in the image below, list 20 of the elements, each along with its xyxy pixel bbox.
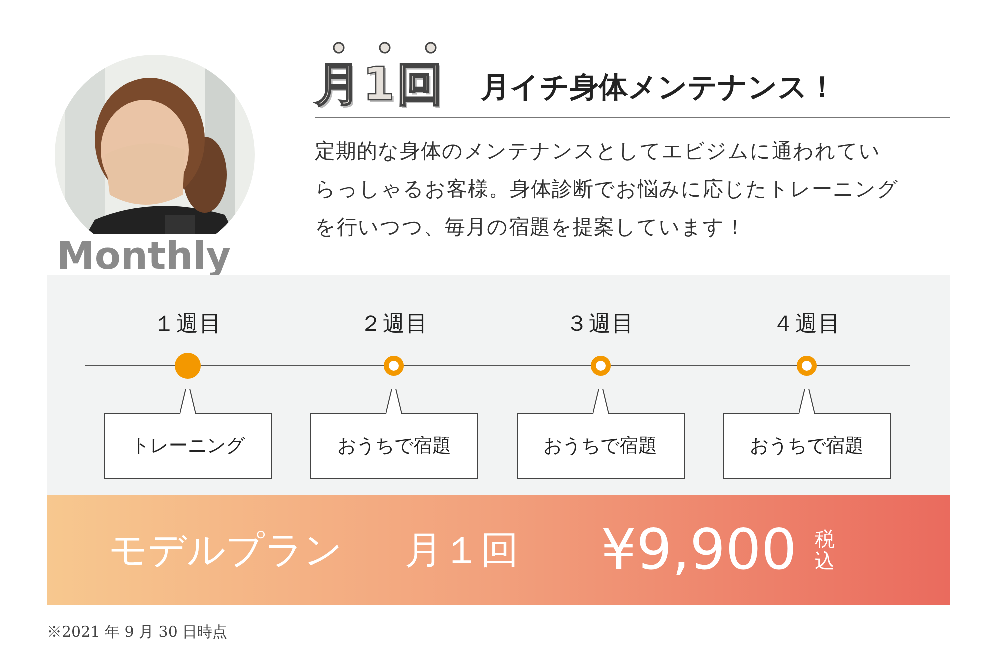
plan-label: モデルプラン: [109, 526, 343, 574]
tax-label: 税込: [814, 528, 835, 572]
task-box: おうちで宿題: [310, 413, 478, 479]
plan-price: ¥9,900: [601, 518, 797, 582]
footnote-text: ※2021 年 9 月 30 日時点: [47, 623, 228, 642]
task-box: おうちで宿題: [722, 413, 891, 479]
plan-frequency: 月１回: [405, 526, 519, 574]
pointer-icon: [798, 389, 815, 414]
pointer-icon: [180, 389, 196, 414]
task-box: トレーニング: [104, 413, 272, 479]
description-text: 定期的な身体のメンテナンスとしてエビジムに通われていらっしゃるお客様。身体診断でお悩みに応じたトレーニングを行いつつ、毎月の宿題を提案しています！: [315, 138, 900, 241]
week-label: １週目: [154, 311, 223, 339]
task-box: おうちで宿題: [516, 413, 685, 479]
pointer-icon: [592, 389, 609, 414]
heading-title: 月イチ身体メンテナンス！: [481, 69, 837, 106]
week-label: ３週目: [566, 311, 636, 339]
week-label: ４週目: [772, 311, 842, 339]
week-label: ２週目: [360, 311, 429, 339]
heading-emphasis: 月1回: [315, 57, 446, 111]
pointer-icon: [386, 389, 402, 414]
